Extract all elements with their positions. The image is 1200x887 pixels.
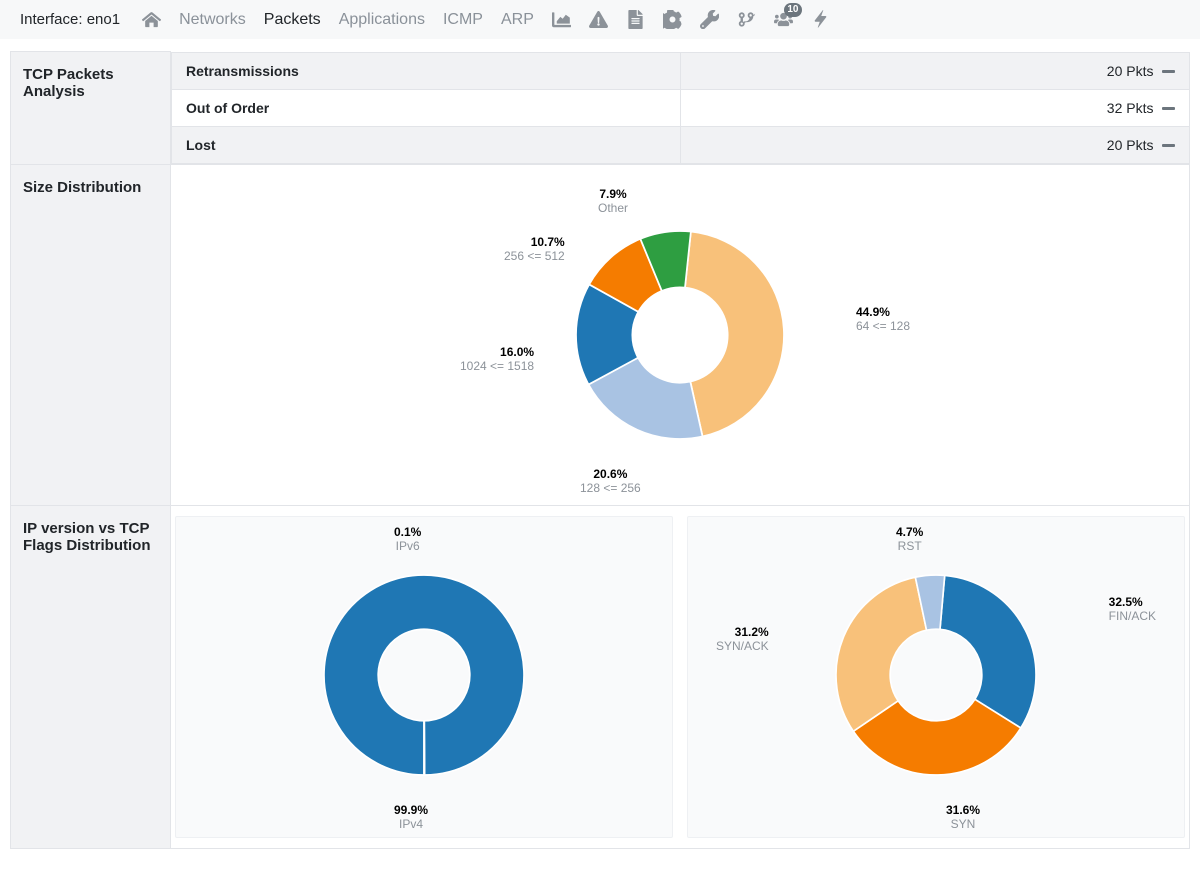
file-icon[interactable] (626, 10, 645, 29)
lost-value: 20 Pkts (680, 126, 1189, 163)
warning-icon[interactable] (589, 10, 608, 29)
retransmissions-value: 20 Pkts (680, 52, 1189, 89)
ip-version-chart: 0.1%IPv6 99.9%IPv4 (194, 525, 654, 825)
nav-arp[interactable]: ARP (501, 11, 534, 29)
wrench-icon[interactable] (700, 10, 719, 29)
nav-icmp[interactable]: ICMP (443, 11, 483, 29)
tcp-analysis-title: TCP Packets Analysis (11, 52, 171, 165)
outoforder-value: 32 Pkts (680, 89, 1189, 126)
top-navbar: Interface: eno1 Networks Packets Applica… (0, 0, 1200, 39)
git-branch-icon[interactable] (737, 10, 756, 29)
nav-applications[interactable]: Applications (339, 11, 425, 29)
ipflags-title: IP version vs TCP Flags Distribution (11, 505, 171, 848)
users-icon[interactable]: 10 (774, 10, 793, 29)
nav-packets[interactable]: Packets (264, 11, 321, 29)
bolt-icon[interactable] (811, 10, 830, 29)
home-icon[interactable] (142, 10, 161, 29)
lost-label: Lost (172, 126, 681, 163)
gear-icon[interactable] (663, 10, 682, 29)
outoforder-label: Out of Order (172, 89, 681, 126)
minus-icon (1162, 107, 1175, 110)
minus-icon (1162, 144, 1175, 147)
tcp-flags-chart: 32.5%FIN/ACK 31.6%SYN 31.2%SYN/ACK 4.7%R… (706, 525, 1166, 825)
minus-icon (1162, 70, 1175, 73)
size-distribution-chart: 44.9%64 <= 128 20.6%128 <= 256 16.0%1024… (450, 175, 910, 495)
interface-label: Interface: eno1 (20, 11, 120, 28)
nav-networks[interactable]: Networks (179, 11, 246, 29)
users-badge: 10 (784, 3, 802, 17)
chart-area-icon[interactable] (552, 10, 571, 29)
size-dist-title: Size Distribution (11, 164, 171, 505)
retransmissions-label: Retransmissions (172, 52, 681, 89)
